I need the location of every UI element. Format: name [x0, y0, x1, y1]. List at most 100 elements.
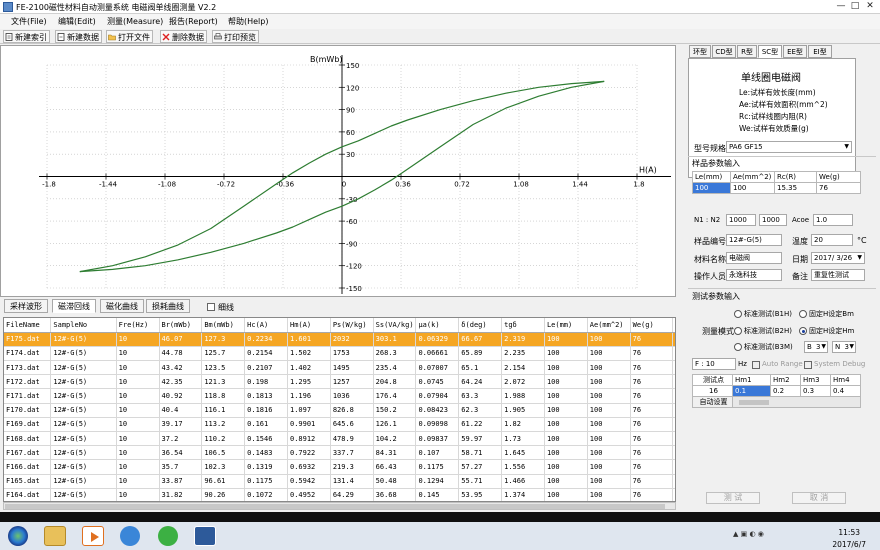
scrollbar-thumb[interactable] [5, 504, 665, 509]
menu-report[interactable]: 报告(Report) [169, 16, 218, 27]
hm3-cell[interactable]: 0.3 [800, 385, 831, 397]
column-header[interactable]: δ(deg) [458, 318, 503, 333]
table-row[interactable]: F169.dat 12#-G(5) 10 39.17 113.2 0.161 0.9901 6… [4, 417, 675, 433]
model-select[interactable]: PA6 GF15 ▼ [726, 141, 852, 153]
open-file-button[interactable]: 打开文件 [106, 30, 153, 43]
start-icon[interactable] [8, 526, 28, 546]
column-header[interactable]: Le(mm) [544, 318, 588, 333]
table-row[interactable]: F171.dat 12#-G(5) 10 40.92 118.8 0.1813 1.196 1… [4, 388, 675, 404]
table-cell: 0.1175 [244, 474, 288, 489]
table-cell: 201 [672, 403, 675, 418]
note-input[interactable]: 重复性测试 [811, 269, 865, 281]
column-header[interactable]: We(g) [630, 318, 674, 333]
column-header[interactable]: Da [672, 318, 675, 333]
n-select[interactable]: N 3 ▼ [832, 341, 856, 353]
hm2-cell[interactable]: 0.2 [770, 385, 801, 397]
acoe-input[interactable]: 1.0 [813, 214, 853, 226]
fine-line-checkbox[interactable] [207, 303, 215, 311]
table-row[interactable]: F170.dat 12#-G(5) 10 40.4 116.1 0.1816 1.097 82… [4, 403, 675, 418]
tab-hysteresis-loop[interactable]: 磁滞回线 [52, 299, 96, 313]
hm1-cell[interactable]: 0.1 [732, 385, 771, 397]
table-row[interactable]: F164.dat 12#-G(5) 10 31.82 90.26 0.1072 0.4952… [4, 488, 675, 501]
data-table: FileName SampleNo Fre(Hz) Br(mWb) Bm(mWb) Hc(… [3, 317, 676, 502]
minimize-button[interactable]: — [835, 1, 847, 12]
column-header[interactable]: Ps(W/kg) [330, 318, 374, 333]
tab-ee[interactable]: EE型 [783, 45, 807, 58]
cancel-button[interactable]: 取 消 [792, 492, 846, 504]
sample-no-input[interactable]: 12#-G(5) [726, 234, 782, 246]
tab-loss-curve[interactable]: 损耗曲线 [146, 299, 190, 313]
std-test-b3m-radio[interactable] [734, 343, 742, 351]
column-header[interactable]: Ss(VA/kg) [373, 318, 417, 333]
table-row[interactable]: F168.dat 12#-G(5) 10 37.2 110.2 0.1546 0.8912 4… [4, 431, 675, 447]
menu-measure[interactable]: 测量(Measure) [107, 16, 163, 27]
tab-ei[interactable]: EI型 [808, 45, 832, 58]
std-test-b1h-radio[interactable] [734, 310, 742, 318]
operator-input[interactable]: 永逸科技 [726, 269, 782, 281]
table-row[interactable]: F172.dat 12#-G(5) 10 42.35 121.3 0.198 1.295 12… [4, 374, 675, 390]
menu-help[interactable]: 帮助(Help) [228, 16, 268, 27]
param-le-cell[interactable]: 100 [692, 182, 731, 194]
file-explorer-icon[interactable] [44, 526, 66, 546]
frequency-input[interactable]: F : 10 [692, 358, 736, 370]
test-points-scrollbar[interactable] [732, 396, 861, 408]
table-row[interactable]: F166.dat 12#-G(5) 10 35.7 102.3 0.1319 0.6932 2… [4, 459, 675, 475]
auto-range-checkbox[interactable] [752, 361, 760, 369]
fixed-h-bm-radio[interactable] [799, 310, 807, 318]
tab-ring[interactable]: 环型 [689, 45, 711, 58]
column-header[interactable]: tgδ [501, 318, 545, 333]
tab-sc[interactable]: SC型 [758, 45, 782, 58]
param-rc-cell[interactable]: 15.35 [774, 182, 817, 194]
table-horizontal-scrollbar[interactable] [3, 502, 676, 510]
test-button[interactable]: 测 试 [706, 492, 760, 504]
column-header[interactable]: FileName [4, 318, 52, 333]
hm4-cell[interactable]: 0.4 [830, 385, 861, 397]
n1-input[interactable]: 1000 [726, 214, 756, 226]
test-points-count[interactable]: 16 [692, 385, 733, 397]
column-header[interactable]: Fre(Hz) [116, 318, 160, 333]
temperature-input[interactable]: 20 [811, 234, 853, 246]
browser-icon[interactable] [158, 526, 178, 546]
std-test-b2h-radio[interactable] [734, 327, 742, 335]
internet-explorer-icon[interactable] [120, 526, 140, 546]
close-button[interactable]: ✕ [864, 1, 876, 12]
table-row[interactable]: F165.dat 12#-G(5) 10 33.87 96.61 0.1175 0.5942… [4, 474, 675, 489]
param-header: Le(mm) [692, 171, 731, 183]
table-row[interactable]: F173.dat 12#-G(5) 10 43.42 123.5 0.2107 1.402 1… [4, 360, 675, 376]
new-data-button[interactable]: 新建数据 [55, 30, 102, 43]
scrollbar-thumb[interactable] [739, 400, 769, 405]
tab-magnetization-curve[interactable]: 磁化曲线 [100, 299, 144, 313]
material-input[interactable]: 电磁阀 [726, 252, 782, 264]
app-taskbar-icon[interactable] [194, 526, 216, 546]
column-header[interactable]: Br(mWb) [159, 318, 203, 333]
column-header[interactable]: Ae(mm^2) [587, 318, 631, 333]
x-tick-label: 0.72 [454, 181, 470, 189]
tab-sampling-waveform[interactable]: 采样波形 [4, 299, 48, 313]
tab-r[interactable]: R型 [737, 45, 757, 58]
column-header[interactable]: μa(k) [415, 318, 460, 333]
maximize-button[interactable]: □ [849, 1, 861, 12]
system-debug-checkbox[interactable] [804, 361, 812, 369]
param-we-cell[interactable]: 76 [816, 182, 861, 194]
tray-icons[interactable]: ▲ ▣ ◐ ◉ [733, 530, 764, 538]
b-select[interactable]: B 3 ▼ [804, 341, 828, 353]
table-row[interactable]: F167.dat 12#-G(5) 10 36.54 106.5 0.1483 0.7922… [4, 445, 675, 461]
delete-data-button[interactable]: 删除数据 [160, 30, 207, 43]
n2-input[interactable]: 1000 [759, 214, 787, 226]
new-index-button[interactable]: 新建索引 [3, 30, 50, 43]
menu-edit[interactable]: 编辑(Edit) [58, 16, 96, 27]
column-header[interactable]: SampleNo [50, 318, 117, 333]
column-header[interactable]: Hc(A) [244, 318, 288, 333]
fixed-h-hm-radio[interactable] [799, 327, 807, 335]
table-cell: 125.7 [201, 346, 246, 362]
print-preview-button[interactable]: 打印预览 [212, 30, 259, 43]
menu-file[interactable]: 文件(File) [11, 16, 47, 27]
table-row[interactable]: F174.dat 12#-G(5) 10 44.78 125.7 0.2154 1.502 1… [4, 346, 675, 362]
tab-cd[interactable]: CD型 [712, 45, 736, 58]
media-player-icon[interactable] [82, 526, 104, 546]
param-ae-cell[interactable]: 100 [730, 182, 775, 194]
column-header[interactable]: Hm(A) [287, 318, 331, 333]
table-row[interactable]: F175.dat 12#-G(5) 10 46.07 127.3 0.2234 1.601 2… [4, 332, 675, 347]
column-header[interactable]: Bm(mWb) [201, 318, 246, 333]
date-picker[interactable]: 2017/ 3/26 ▼ [811, 252, 865, 264]
